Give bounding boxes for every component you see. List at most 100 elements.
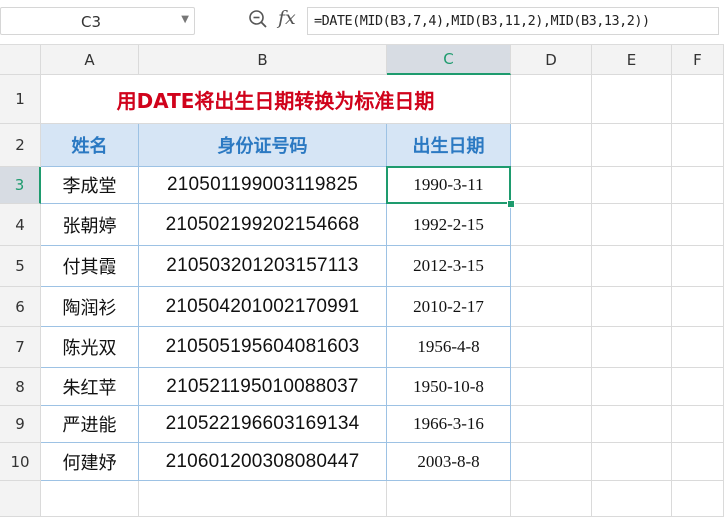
cell-d10[interactable] (511, 443, 592, 481)
birth-date-cell-text: 1950-10-8 (413, 376, 484, 396)
chevron-down-icon[interactable]: ▼ (181, 14, 189, 25)
header-birth[interactable]: 出生日期 (387, 124, 511, 167)
cell-e6[interactable] (592, 287, 672, 327)
row-header-10[interactable]: 10 (0, 443, 41, 481)
cell-e11[interactable] (592, 481, 672, 517)
cell-d4[interactable] (511, 204, 592, 246)
birth-date-cell[interactable]: 1950-10-8 (387, 368, 511, 406)
name-cell[interactable]: 朱红苹 (41, 368, 139, 406)
zoom-icon[interactable] (248, 9, 268, 33)
id-cell[interactable]: 210505195604081603 (139, 327, 387, 368)
cell-f4[interactable] (672, 204, 724, 246)
row-header-9[interactable]: 9 (0, 406, 41, 443)
birth-date-cell[interactable]: 1992-2-15 (387, 204, 511, 246)
cell-f7[interactable] (672, 327, 724, 368)
column-header-f[interactable]: F (672, 45, 724, 75)
name-cell[interactable]: 严进能 (41, 406, 139, 443)
cell-c11[interactable] (387, 481, 511, 517)
cell-f5[interactable] (672, 246, 724, 287)
cell-e2[interactable] (592, 124, 672, 167)
row-header-4[interactable]: 4 (0, 204, 41, 246)
cell-d9[interactable] (511, 406, 592, 443)
cell-e8[interactable] (592, 368, 672, 406)
cell-f8[interactable] (672, 368, 724, 406)
cell-d11[interactable] (511, 481, 592, 517)
birth-date-cell[interactable]: 2012-3-15 (387, 246, 511, 287)
cell-f3[interactable] (672, 167, 724, 204)
row-header-5[interactable]: 5 (0, 246, 41, 287)
cell-d8[interactable] (511, 368, 592, 406)
cell-f6[interactable] (672, 287, 724, 327)
column-header-d[interactable]: D (511, 45, 592, 75)
cell-d7[interactable] (511, 327, 592, 368)
header-name[interactable]: 姓名 (41, 124, 139, 167)
birth-date-cell[interactable]: 1956-4-8 (387, 327, 511, 368)
name-cell[interactable]: 张朝婷 (41, 204, 139, 246)
name-cell[interactable]: 陈光双 (41, 327, 139, 368)
cell-d6[interactable] (511, 287, 592, 327)
cell-e3[interactable] (592, 167, 672, 204)
cell-d1[interactable] (511, 75, 592, 124)
fx-icon[interactable]: fx (278, 7, 296, 29)
column-header-a-text: A (84, 50, 95, 69)
birth-date-cell[interactable]: 2003-8-8 (387, 443, 511, 481)
row-header-6[interactable]: 6 (0, 287, 41, 327)
column-header-c[interactable]: C (387, 45, 511, 75)
row-header-8[interactable]: 8 (0, 368, 41, 406)
id-cell[interactable]: 210601200308080447 (139, 443, 387, 481)
cell-f9[interactable] (672, 406, 724, 443)
column-header-e[interactable]: E (592, 45, 672, 75)
cell-e10[interactable] (592, 443, 672, 481)
name-cell-text: 陶润衫 (62, 297, 117, 319)
id-cell[interactable]: 210504201002170991 (139, 287, 387, 327)
cell-e4[interactable] (592, 204, 672, 246)
id-cell[interactable]: 210501199003119825 (139, 167, 387, 204)
name-cell[interactable]: 何建妤 (41, 443, 139, 481)
cell-e7[interactable] (592, 327, 672, 368)
table-title[interactable]: 用DATE将出生日期转换为标准日期 (41, 75, 511, 124)
cell-d3[interactable] (511, 167, 592, 204)
header-birth-text: 出生日期 (412, 136, 485, 157)
cell-d2[interactable] (511, 124, 592, 167)
name-box-value: C3 (80, 13, 102, 31)
name-cell[interactable]: 李成堂 (41, 167, 139, 204)
id-cell-text: 210521195010088037 (166, 375, 359, 397)
formula-text: =DATE(MID(B3,7,4),MID(B3,11,2),MID(B3,13… (314, 13, 650, 29)
row-header-5-text: 5 (15, 257, 25, 275)
birth-date-cell-text: 2003-8-8 (417, 451, 480, 471)
cell-f11[interactable] (672, 481, 724, 517)
cell-d5[interactable] (511, 246, 592, 287)
name-box[interactable]: C3 ▼ (0, 7, 195, 35)
birth-date-cell[interactable]: 2010-2-17 (387, 287, 511, 327)
cell-f10[interactable] (672, 443, 724, 481)
header-id[interactable]: 身份证号码 (139, 124, 387, 167)
row-header-6-text: 6 (15, 297, 25, 316)
name-cell[interactable]: 陶润衫 (41, 287, 139, 327)
id-cell[interactable]: 210503201203157113 (139, 246, 387, 287)
cell-e9[interactable] (592, 406, 672, 443)
cell-e5[interactable] (592, 246, 672, 287)
column-header-a[interactable]: A (41, 45, 139, 75)
select-all-corner[interactable] (0, 45, 41, 75)
cell-f2[interactable] (672, 124, 724, 167)
cell-b11[interactable] (139, 481, 387, 517)
column-header-b[interactable]: B (139, 45, 387, 75)
name-cell-text: 严进能 (62, 415, 117, 436)
row-header-3[interactable]: 3 (0, 167, 41, 204)
cell-e1[interactable] (592, 75, 672, 124)
fill-handle[interactable] (507, 200, 515, 208)
cell-f1[interactable] (672, 75, 724, 124)
cell-a11[interactable] (41, 481, 139, 517)
header-name-text: 姓名 (71, 136, 108, 157)
birth-date-cell[interactable]: 1966-3-16 (387, 406, 511, 443)
row-header-11[interactable] (0, 481, 41, 517)
id-cell[interactable]: 210521195010088037 (139, 368, 387, 406)
birth-date-cell[interactable]: 1990-3-11 (387, 167, 511, 204)
name-cell[interactable]: 付其霞 (41, 246, 139, 287)
row-header-2[interactable]: 2 (0, 124, 41, 167)
id-cell[interactable]: 210502199202154668 (139, 204, 387, 246)
row-header-1[interactable]: 1 (0, 75, 41, 124)
formula-input[interactable]: =DATE(MID(B3,7,4),MID(B3,11,2),MID(B3,13… (307, 7, 719, 35)
row-header-7[interactable]: 7 (0, 327, 41, 368)
id-cell[interactable]: 210522196603169134 (139, 406, 387, 443)
